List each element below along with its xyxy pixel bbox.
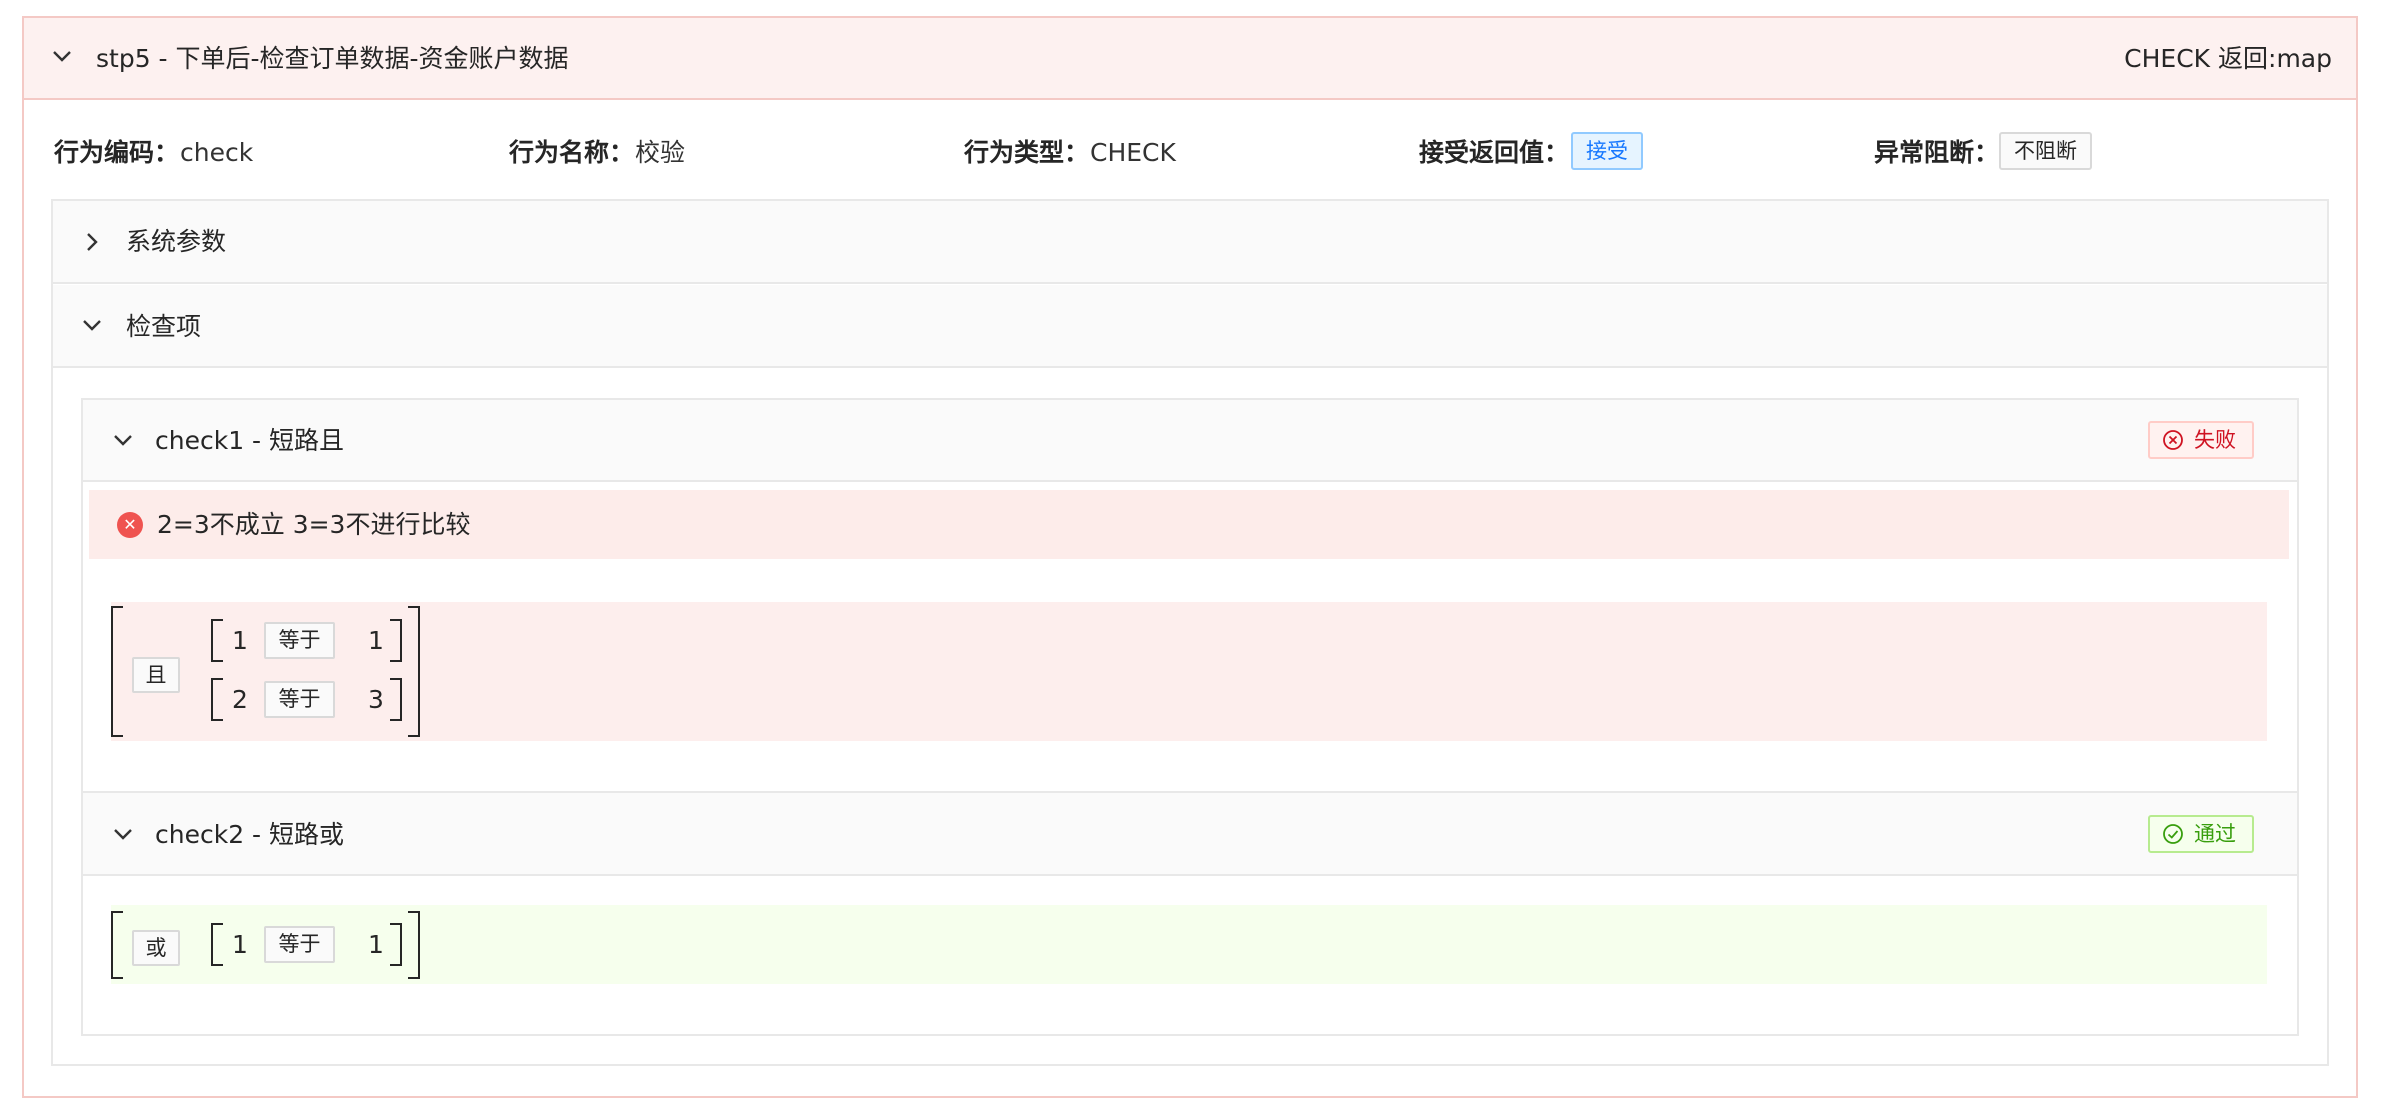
condition-operator: 等于 [264, 926, 335, 963]
behavior-type-value: CHECK [1090, 138, 1176, 167]
chevron-down-icon[interactable] [82, 318, 102, 332]
chevron-down-icon[interactable] [113, 433, 133, 447]
step-return-info: CHECK 返回:map [2124, 44, 2332, 73]
panel-header-check-items[interactable]: 检查项 [53, 285, 2327, 368]
panel-title-check-items: 检查项 [126, 312, 202, 341]
behavior-name-label: 行为名称： [509, 138, 635, 167]
check1-title: check1 - 短路且 [155, 426, 345, 455]
cond-bracket-right [390, 923, 402, 966]
check1-error-alert: ✕ 2=3不成立 3=3不进行比较 [89, 490, 2289, 559]
condition-right-operand: 3 [368, 685, 384, 714]
check2-header[interactable]: check2 - 短路或 通过 [83, 791, 2297, 876]
outer-bracket-right [408, 606, 420, 737]
condition-right-operand: 1 [368, 626, 384, 655]
chevron-down-icon[interactable] [113, 827, 133, 841]
panel-header-system-params[interactable]: 系统参数 [53, 201, 2327, 284]
error-icon: ✕ [117, 512, 143, 538]
step-panel-header[interactable]: stp5 - 下单后-检查订单数据-资金账户数据 CHECK 返回:map [24, 18, 2356, 100]
condition-right-operand: 1 [368, 930, 384, 959]
step-title: stp5 - 下单后-检查订单数据-资金账户数据 [96, 44, 569, 73]
cond-bracket-left [211, 619, 223, 662]
condition-left-operand: 2 [232, 685, 248, 714]
check2-condition-block: 或 1 等于 1 [111, 905, 2267, 984]
check2-status-text: 通过 [2194, 821, 2236, 846]
chevron-down-icon[interactable] [52, 49, 72, 63]
cond-bracket-left [211, 923, 223, 966]
accept-return-label: 接受返回值： [1419, 138, 1570, 167]
condition-operator: 等于 [264, 681, 335, 718]
behavior-code-label: 行为编码： [54, 138, 180, 167]
cond-bracket-right [390, 678, 402, 721]
behavior-name-value: 校验 [635, 138, 686, 167]
check1-error-message: 2=3不成立 3=3不进行比较 [157, 510, 471, 539]
outer-bracket-left [111, 606, 123, 737]
accept-return-tag: 接受 [1571, 132, 1643, 170]
condition-left-operand: 1 [232, 930, 248, 959]
check2-status-badge: 通过 [2148, 815, 2254, 853]
cond-bracket-right [390, 619, 402, 662]
condition-operator: 等于 [264, 622, 335, 659]
exception-block-tag: 不阻断 [1999, 132, 2092, 170]
behavior-code-value: check [180, 138, 254, 167]
chevron-right-icon[interactable] [85, 232, 99, 252]
cond-bracket-left [211, 678, 223, 721]
logic-operator: 且 [132, 657, 180, 693]
meta-row: 行为编码： check 行为名称： 校验 行为类型： CHECK 接受返回值： … [54, 132, 2304, 170]
check-circle-icon [2163, 824, 2183, 844]
check1-header[interactable]: check1 - 短路且 失败 [83, 400, 2297, 482]
close-circle-icon [2163, 430, 2183, 450]
exception-block-label: 异常阻断： [1874, 138, 2000, 167]
outer-bracket-left [111, 911, 123, 979]
logic-operator: 或 [132, 930, 180, 966]
panel-title-system-params: 系统参数 [126, 227, 227, 256]
check1-condition-block: 且 1 等于 1 2 等于 3 [111, 602, 2267, 741]
condition-left-operand: 1 [232, 626, 248, 655]
check1-status-badge: 失败 [2148, 421, 2254, 459]
behavior-type-label: 行为类型： [964, 138, 1090, 167]
check1-status-text: 失败 [2194, 427, 2236, 452]
outer-bracket-right [408, 911, 420, 979]
check2-title: check2 - 短路或 [155, 820, 345, 849]
